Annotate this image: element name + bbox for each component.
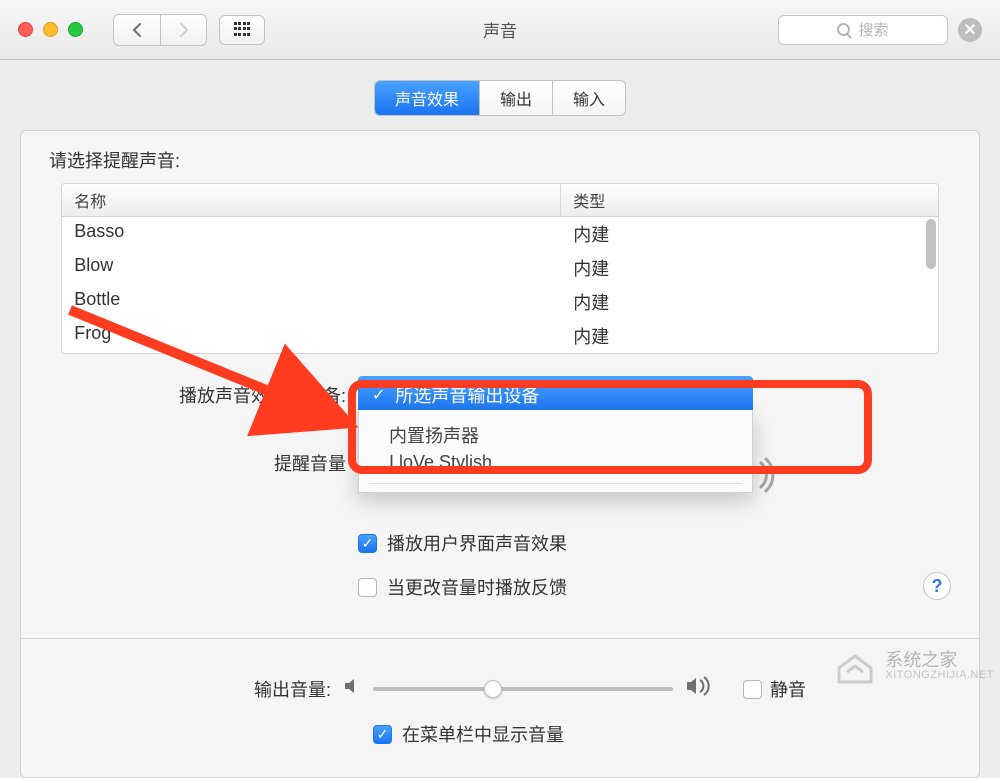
content-area: 声音效果 输出 输入 请选择提醒声音: 名称 类型 Basso 内建 B [0, 60, 1000, 688]
col-header-type[interactable]: 类型 [561, 184, 937, 216]
dropdown-menu: 内置扬声器 I loVe Stylish [358, 410, 753, 493]
volume-feedback-checkbox[interactable] [358, 578, 377, 597]
watermark-sub: XITONGZHIJIA.NET [885, 670, 994, 682]
cell-name: Frog [62, 319, 561, 353]
scrollbar-thumb[interactable] [926, 219, 936, 269]
dropdown-divider [369, 483, 742, 484]
clear-search-button[interactable]: ✕ [958, 18, 982, 42]
nav-forward-button[interactable] [160, 15, 206, 45]
cell-name: Basso [62, 217, 561, 251]
mute-label: 静音 [770, 676, 806, 702]
volume-feedback-row: 当更改音量时播放反馈 ? [43, 574, 957, 600]
cell-name: Bottle [62, 285, 561, 319]
alert-sound-label: 请选择提醒声音: [49, 147, 957, 173]
search-icon [837, 23, 850, 36]
grid-icon [234, 22, 250, 38]
panel-divider [21, 638, 979, 639]
window-title: 声音 [483, 17, 517, 42]
tab-sound-effects[interactable]: 声音效果 [375, 81, 479, 115]
dropdown-selected[interactable]: ✓ 所选声音输出设备 [358, 376, 753, 414]
show-all-prefs-button[interactable] [219, 15, 265, 45]
titlebar: 声音 搜索 ✕ [0, 0, 1000, 60]
table-row[interactable]: Basso 内建 [62, 217, 937, 251]
chevron-left-icon [131, 22, 143, 38]
dropdown-item[interactable]: I loVe Stylish [359, 450, 752, 475]
slider-knob[interactable] [484, 680, 502, 698]
minimize-window-button[interactable] [43, 22, 58, 37]
output-device-row: 播放声音效果的设备: ✓ 所选声音输出设备 内置扬声器 I loVe Styli… [43, 376, 957, 414]
window: 声音 搜索 ✕ 声音效果 输出 输入 请选择提醒声音: 名称 类型 [0, 0, 1000, 688]
col-header-name[interactable]: 名称 [62, 184, 561, 216]
cell-name: Blow [62, 251, 561, 285]
dropdown-selected-label: 所选声音输出设备 [395, 382, 539, 408]
ui-sound-effects-label: 播放用户界面声音效果 [387, 530, 567, 556]
table-header: 名称 类型 [62, 184, 937, 217]
cell-type: 内建 [561, 319, 937, 353]
table-row[interactable]: Bottle 内建 [62, 285, 937, 319]
output-device-label: 播放声音效果的设备: [43, 382, 358, 408]
ui-sound-effects-row: ✓ 播放用户界面声音效果 [43, 530, 957, 556]
dropdown-item[interactable]: 内置扬声器 [359, 420, 752, 450]
close-window-button[interactable] [18, 22, 33, 37]
table-row[interactable]: Blow 内建 [62, 251, 937, 285]
mute-checkbox[interactable] [743, 680, 762, 699]
search-input[interactable]: 搜索 [778, 15, 948, 45]
speaker-loud-icon [685, 675, 713, 703]
tab-input[interactable]: 输入 [552, 81, 625, 115]
output-device-dropdown[interactable]: ✓ 所选声音输出设备 内置扬声器 I loVe Stylish [358, 376, 753, 414]
cell-type: 内建 [561, 285, 937, 319]
tab-group: 声音效果 输出 输入 [374, 80, 626, 116]
tab-output[interactable]: 输出 [479, 81, 552, 115]
output-volume-label: 输出音量: [43, 676, 343, 702]
nav-back-forward [113, 14, 207, 46]
cell-type: 内建 [561, 251, 937, 285]
zoom-window-button[interactable] [68, 22, 83, 37]
volume-feedback-label: 当更改音量时播放反馈 [387, 574, 567, 600]
show-in-menubar-checkbox[interactable]: ✓ [373, 725, 392, 744]
output-volume-row: 输出音量: [43, 675, 957, 703]
ui-sound-effects-checkbox[interactable]: ✓ [358, 534, 377, 553]
help-button[interactable]: ? [923, 572, 951, 600]
chevron-right-icon [178, 22, 190, 38]
tabs-container: 声音效果 输出 输入 [20, 80, 980, 116]
search-placeholder: 搜索 [858, 19, 888, 40]
table-row[interactable]: Frog 内建 [62, 319, 937, 353]
watermark-name: 系统之家 [885, 651, 994, 670]
watermark-logo-icon [833, 648, 877, 684]
watermark: 系统之家 XITONGZHIJIA.NET [833, 648, 994, 684]
nav-back-button[interactable] [114, 15, 160, 45]
alert-volume-label: 提醒音量 [43, 450, 358, 476]
check-icon: ✓ [372, 385, 385, 405]
show-in-menubar-label: 在菜单栏中显示音量 [402, 721, 564, 747]
cell-type: 内建 [561, 217, 937, 251]
show-in-menubar-row: ✓ 在菜单栏中显示音量 [43, 721, 957, 747]
traffic-lights [18, 22, 83, 37]
speaker-quiet-icon [343, 677, 361, 701]
alert-sound-table: 名称 类型 Basso 内建 Blow 内建 Bottle 内建 [61, 183, 938, 354]
